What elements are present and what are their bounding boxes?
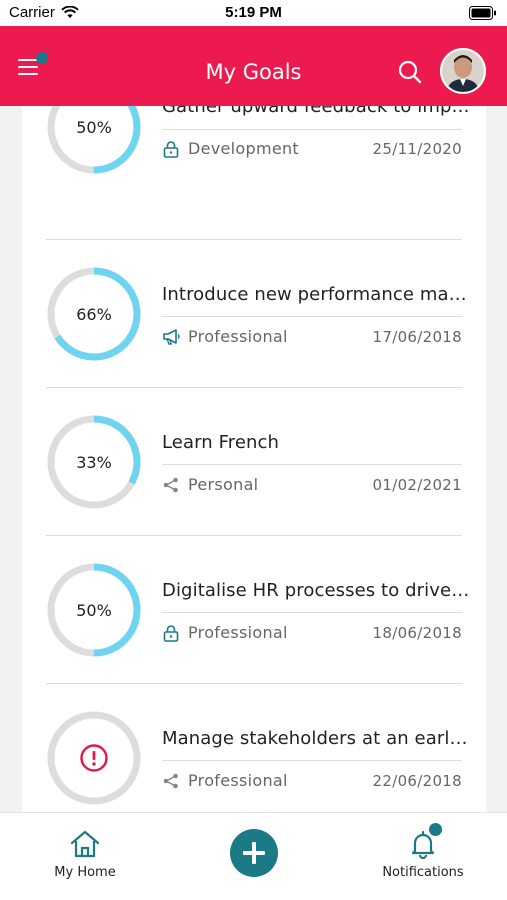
page-title: My Goals bbox=[205, 60, 302, 84]
goal-item[interactable]: 50% Gather upward feedback to imp… Devel… bbox=[22, 106, 486, 214]
progress-ring: 66% bbox=[46, 266, 142, 362]
divider bbox=[162, 760, 462, 761]
goal-date: 25/11/2020 bbox=[372, 140, 462, 158]
bottom-nav: My Home Notifications bbox=[0, 812, 507, 900]
add-goal-button[interactable] bbox=[230, 829, 278, 877]
alert-icon bbox=[46, 710, 142, 806]
goals-list: 50% Gather upward feedback to imp… Devel… bbox=[22, 106, 486, 812]
goal-type: Professional bbox=[162, 327, 288, 346]
divider bbox=[162, 612, 462, 613]
goal-type-label: Professional bbox=[188, 327, 288, 346]
goal-type: Development bbox=[162, 139, 299, 158]
bell-icon bbox=[407, 823, 442, 860]
status-time: 5:19 PM bbox=[225, 4, 282, 21]
divider bbox=[162, 316, 462, 317]
goal-item[interactable]: Manage stakeholders at an earl… Professi… bbox=[22, 684, 486, 812]
goal-date: 22/06/2018 bbox=[372, 772, 462, 790]
share-icon bbox=[162, 772, 180, 790]
tab-notifications[interactable]: Notifications bbox=[373, 813, 473, 900]
tab-label: Notifications bbox=[382, 865, 464, 880]
tab-label: My Home bbox=[54, 865, 116, 880]
goal-item[interactable]: 66% Introduce new performance ma… Profes… bbox=[22, 240, 486, 388]
lock-icon bbox=[162, 624, 180, 642]
divider bbox=[162, 464, 462, 465]
menu-notification-dot bbox=[36, 52, 48, 64]
goal-type: Personal bbox=[162, 475, 258, 494]
megaphone-icon bbox=[162, 328, 180, 346]
search-button[interactable] bbox=[396, 58, 424, 86]
goal-title: Digitalise HR processes to drive… bbox=[162, 580, 470, 601]
goal-title: Gather upward feedback to imp… bbox=[162, 106, 470, 117]
goal-type-label: Personal bbox=[188, 475, 259, 494]
goal-type-label: Professional bbox=[188, 623, 288, 642]
progress-label: 33% bbox=[76, 452, 112, 472]
lock-icon bbox=[162, 140, 180, 158]
divider bbox=[162, 129, 462, 130]
progress-ring bbox=[46, 710, 142, 806]
goal-title: Learn French bbox=[162, 432, 280, 453]
progress-ring: 50% bbox=[46, 106, 142, 175]
goal-type: Professional bbox=[162, 771, 288, 790]
home-icon bbox=[69, 829, 101, 859]
goal-title: Manage stakeholders at an earl… bbox=[162, 728, 468, 749]
user-avatar[interactable] bbox=[440, 48, 486, 94]
goal-date: 17/06/2018 bbox=[372, 328, 462, 346]
goal-date: 18/06/2018 bbox=[372, 624, 462, 642]
goal-type: Professional bbox=[162, 623, 288, 642]
progress-ring: 50% bbox=[46, 562, 142, 658]
goal-item[interactable]: 50% Digitalise HR processes to drive… Pr… bbox=[22, 536, 486, 684]
app-header: My Goals bbox=[0, 26, 507, 106]
progress-label: 66% bbox=[76, 304, 112, 324]
tab-my-home[interactable]: My Home bbox=[45, 813, 125, 900]
goal-title: Introduce new performance ma… bbox=[162, 284, 467, 305]
progress-label: 50% bbox=[76, 117, 112, 137]
goal-item[interactable]: 33% Learn French Personal 01/02/2021 bbox=[22, 388, 486, 536]
progress-ring: 33% bbox=[46, 414, 142, 510]
search-icon bbox=[398, 60, 422, 84]
status-bar: Carrier 5:19 PM bbox=[0, 0, 507, 26]
goal-date: 01/02/2021 bbox=[372, 476, 462, 494]
goal-type-label: Development bbox=[188, 139, 300, 158]
battery-icon bbox=[469, 6, 497, 24]
goal-type-label: Professional bbox=[188, 771, 288, 790]
progress-label: 50% bbox=[76, 600, 112, 620]
share-icon bbox=[162, 476, 180, 494]
notification-badge bbox=[429, 823, 442, 836]
